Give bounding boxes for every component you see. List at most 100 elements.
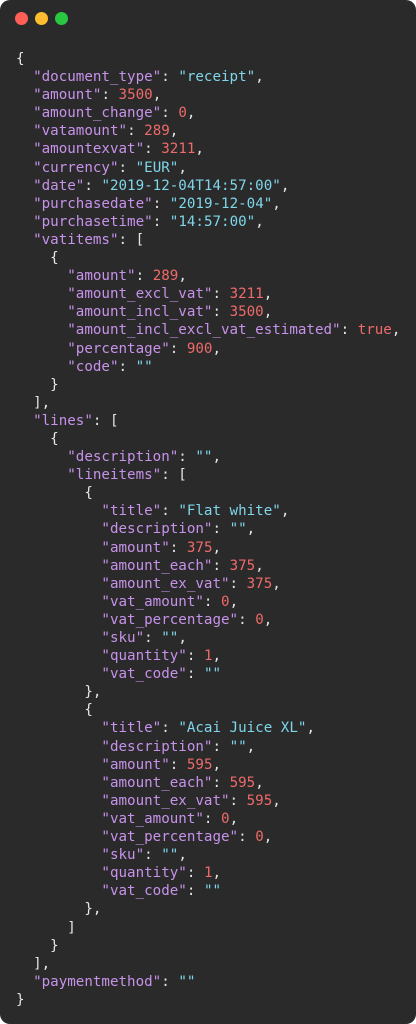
json-punctuation xyxy=(16,286,67,302)
json-key: "title" xyxy=(101,720,162,737)
json-punctuation xyxy=(16,648,101,664)
json-punctuation xyxy=(16,413,33,429)
json-punctuation xyxy=(16,829,101,845)
code-line: "sku": "", xyxy=(16,629,400,647)
json-code-block: { "document_type": "receipt", "amount": … xyxy=(16,50,400,1009)
json-key: "vatitems" xyxy=(33,231,119,248)
json-key: "code" xyxy=(67,358,119,375)
code-line: } xyxy=(16,937,400,955)
code-line: { xyxy=(16,430,400,448)
json-string: "2019-12-04T14:57:00" xyxy=(101,177,281,194)
json-key: "description" xyxy=(101,521,213,538)
json-punctuation: : xyxy=(229,575,247,592)
code-line: "code": "" xyxy=(16,358,400,376)
json-punctuation: : xyxy=(186,666,204,683)
json-value: 0 xyxy=(221,810,230,827)
json-key: "amountexvat" xyxy=(33,141,145,158)
json-key: "amount_ex_vat" xyxy=(101,792,230,809)
code-line: "quantity": 1, xyxy=(16,864,400,882)
json-punctuation: , xyxy=(272,575,281,592)
code-line: } xyxy=(16,376,400,394)
json-punctuation: : xyxy=(144,630,162,646)
json-punctuation: , xyxy=(178,630,187,646)
code-line: "vatamount": 289, xyxy=(16,122,400,140)
json-punctuation: : xyxy=(212,304,230,321)
json-punctuation xyxy=(16,341,67,357)
json-punctuation xyxy=(16,521,101,537)
json-punctuation: , xyxy=(280,177,290,194)
code-line: "description": "", xyxy=(16,448,400,466)
json-punctuation: : xyxy=(212,738,230,755)
json-string: "EUR" xyxy=(135,159,179,176)
json-punctuation: , xyxy=(263,286,273,303)
json-key: "vat_code" xyxy=(101,666,187,683)
json-punctuation xyxy=(16,612,101,628)
json-value: 375 xyxy=(229,557,256,574)
json-key: "vat_amount" xyxy=(101,810,204,827)
json-punctuation xyxy=(16,594,101,610)
json-punctuation: : xyxy=(144,141,162,158)
json-punctuation: : xyxy=(161,69,179,86)
json-punctuation xyxy=(16,720,101,736)
json-punctuation xyxy=(16,105,33,121)
json-punctuation: } xyxy=(16,937,59,954)
json-key: "amount_incl_vat" xyxy=(67,304,213,321)
json-punctuation: : [ xyxy=(92,412,119,429)
code-line: "amount": 3500, xyxy=(16,86,400,104)
json-string: "2019-12-04" xyxy=(169,195,273,212)
json-punctuation xyxy=(16,214,33,230)
code-line: "lineitems": [ xyxy=(16,466,400,484)
json-value: 595 xyxy=(229,774,256,791)
json-string: "" xyxy=(178,973,196,990)
json-value: 3500 xyxy=(229,304,264,321)
json-value: 0 xyxy=(221,593,230,610)
json-punctuation: : xyxy=(152,195,170,212)
json-value: 0 xyxy=(178,105,187,122)
json-punctuation: }, xyxy=(16,684,102,701)
json-punctuation: : xyxy=(203,810,222,827)
json-punctuation: , xyxy=(255,557,264,574)
code-line: "lines": [ xyxy=(16,412,400,430)
json-punctuation: : xyxy=(101,87,119,104)
json-punctuation: : xyxy=(161,105,179,122)
minimize-button[interactable] xyxy=(35,12,48,25)
json-key: "vat_percentage" xyxy=(101,611,239,628)
json-punctuation xyxy=(16,196,33,212)
json-value: 375 xyxy=(246,575,273,592)
code-line: "description": "", xyxy=(16,738,400,756)
json-string: "" xyxy=(161,630,179,646)
json-punctuation xyxy=(16,811,101,827)
json-punctuation: : xyxy=(203,593,222,610)
json-key: "quantity" xyxy=(101,648,187,665)
json-key: "amount_excl_vat" xyxy=(67,286,213,303)
code-line: "purchasetime": "14:57:00", xyxy=(16,213,400,231)
code-line: "vat_amount": 0, xyxy=(16,593,400,611)
json-punctuation xyxy=(16,304,67,320)
json-punctuation xyxy=(16,178,33,194)
json-punctuation xyxy=(16,974,33,990)
json-punctuation: : xyxy=(178,449,196,466)
code-line: "sku": "", xyxy=(16,846,400,864)
json-punctuation xyxy=(16,883,101,899)
code-line: "percentage": 900, xyxy=(16,340,400,358)
code-line: "amount_incl_vat": 3500, xyxy=(16,303,400,321)
json-punctuation xyxy=(16,87,33,103)
close-button[interactable] xyxy=(15,12,28,25)
json-punctuation: } xyxy=(16,991,25,1008)
json-punctuation: : xyxy=(238,611,256,628)
json-punctuation: , xyxy=(212,756,222,773)
json-punctuation xyxy=(16,865,101,881)
json-punctuation: { xyxy=(16,485,93,502)
json-punctuation: : xyxy=(161,720,179,737)
json-punctuation: , xyxy=(306,720,315,737)
json-key: "lines" xyxy=(33,412,93,429)
json-punctuation: , xyxy=(152,87,162,104)
json-punctuation: , xyxy=(255,69,264,86)
json-punctuation: , xyxy=(212,865,222,882)
code-line: }, xyxy=(16,683,400,701)
json-punctuation: , xyxy=(186,105,196,122)
json-string: "receipt" xyxy=(178,69,256,86)
json-value: 289 xyxy=(152,268,179,285)
code-line: "amount": 289, xyxy=(16,267,400,285)
zoom-button[interactable] xyxy=(55,12,68,25)
